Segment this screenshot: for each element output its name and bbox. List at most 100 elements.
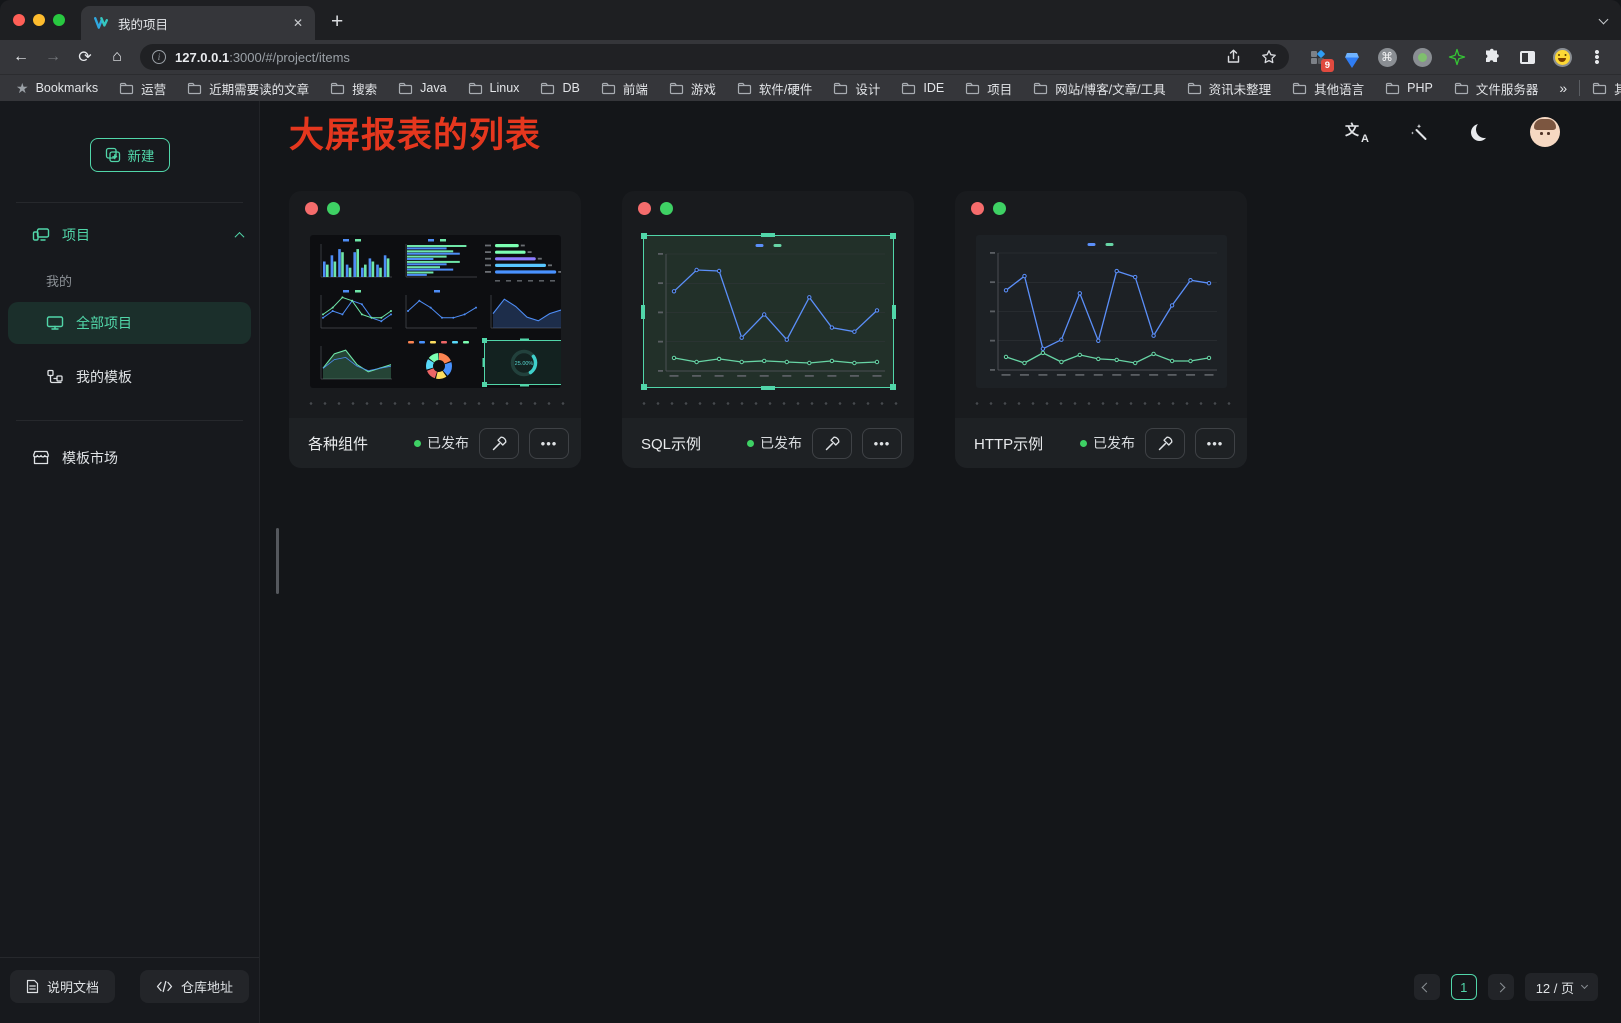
browser-tab[interactable]: 我的项目 ✕ bbox=[81, 6, 315, 40]
dotted-divider bbox=[967, 402, 1235, 405]
window-close-button[interactable] bbox=[13, 14, 25, 26]
project-card[interactable]: SQL示例 已发布 ••• bbox=[622, 191, 914, 468]
edit-button[interactable] bbox=[479, 428, 519, 459]
emoji-extension-icon[interactable] bbox=[1552, 47, 1572, 67]
bookmark-folder[interactable]: 游戏 bbox=[669, 79, 716, 98]
bookmark-folder[interactable]: 前端 bbox=[601, 79, 648, 98]
bookmark-folder[interactable]: 设计 bbox=[833, 79, 880, 98]
bookmark-folder[interactable]: 搜索 bbox=[330, 79, 377, 98]
bookmark-folder[interactable]: 运营 bbox=[119, 79, 166, 98]
site-info-icon[interactable]: i bbox=[152, 50, 166, 64]
more-button[interactable]: ••• bbox=[529, 428, 569, 459]
store-icon bbox=[32, 450, 50, 466]
bookmark-star-icon[interactable] bbox=[1261, 49, 1277, 65]
user-avatar[interactable] bbox=[1530, 117, 1560, 147]
bookmark-folder-label: 设计 bbox=[855, 79, 880, 98]
window-minimize-button[interactable] bbox=[33, 14, 45, 26]
bookmark-folder[interactable]: IDE bbox=[901, 79, 944, 98]
bookmark-folder[interactable]: 其他语言 bbox=[1292, 79, 1364, 98]
card-red-dot bbox=[305, 202, 318, 215]
bookmark-folder-label: 网站/博客/文章/工具 bbox=[1055, 79, 1165, 98]
magic-wand-icon[interactable] bbox=[1409, 122, 1429, 142]
address-bar[interactable]: i 127.0.0.1:3000/#/project/items bbox=[140, 44, 1289, 70]
extensions-puzzle-icon[interactable] bbox=[1482, 47, 1502, 67]
bookmark-folder-label: 文件服务器 bbox=[1476, 79, 1539, 98]
language-toggle-icon[interactable]: 文A bbox=[1345, 122, 1367, 142]
repo-button-label: 仓库地址 bbox=[181, 977, 233, 996]
project-card[interactable]: 25.00% 各种组件 已发布 ••• bbox=[289, 191, 581, 468]
bookmark-folder[interactable]: DB bbox=[540, 79, 579, 98]
card-title: HTTP示例 bbox=[974, 433, 1043, 454]
docs-button[interactable]: 说明文档 bbox=[10, 970, 115, 1003]
sidebar-group-project[interactable]: 项目 bbox=[0, 203, 259, 245]
hammer-icon bbox=[491, 435, 508, 452]
card-green-dot bbox=[993, 202, 1006, 215]
bookmark-folder[interactable]: Java bbox=[398, 79, 446, 98]
project-card[interactable]: HTTP示例 已发布 ••• bbox=[955, 191, 1247, 468]
dark-mode-icon[interactable] bbox=[1471, 124, 1488, 141]
prev-page-button[interactable] bbox=[1414, 974, 1440, 1000]
docs-button-label: 说明文档 bbox=[47, 977, 99, 996]
bookmark-folder-label: 软件/硬件 bbox=[759, 79, 812, 98]
new-tab-button[interactable]: + bbox=[331, 10, 343, 34]
page-title: 大屏报表的列表 bbox=[289, 107, 541, 158]
sidebar-footer: 说明文档 仓库地址 bbox=[0, 957, 259, 1023]
card-preview-chart: 25.00% bbox=[310, 235, 561, 388]
hammer-icon bbox=[1157, 435, 1174, 452]
reload-button[interactable]: ⟳ bbox=[70, 43, 100, 71]
bookmark-folder[interactable]: PHP bbox=[1385, 79, 1433, 98]
status-dot bbox=[1080, 440, 1087, 447]
hammer-icon bbox=[824, 435, 841, 452]
bookmark-folder-label: DB bbox=[562, 81, 579, 95]
tab-search-chevron-icon[interactable] bbox=[1600, 10, 1607, 28]
bookmark-folder[interactable]: 资讯未整理 bbox=[1187, 79, 1272, 98]
window-zoom-button[interactable] bbox=[53, 14, 65, 26]
bookmarks-overflow-chevron[interactable]: » bbox=[1559, 80, 1567, 96]
extension-grid-icon[interactable]: 9 bbox=[1307, 47, 1327, 67]
page-size-select[interactable]: 12 / 页 bbox=[1525, 973, 1598, 1001]
extension-badge: 9 bbox=[1321, 59, 1334, 72]
sidebar-item-template-market[interactable]: 模板市场 bbox=[8, 437, 251, 479]
collapse-chevron-icon[interactable] bbox=[235, 231, 245, 241]
bookmark-folder[interactable]: 项目 bbox=[965, 79, 1012, 98]
extension-record-icon[interactable] bbox=[1412, 47, 1432, 67]
browser-tab-strip: 我的项目 ✕ + bbox=[0, 0, 1621, 40]
more-button[interactable]: ••• bbox=[862, 428, 902, 459]
bookmark-folder[interactable]: 网站/博客/文章/工具 bbox=[1033, 79, 1165, 98]
sidebar-sub-label: 我的 bbox=[0, 245, 259, 290]
tab-close-icon[interactable]: ✕ bbox=[293, 16, 303, 30]
edit-button[interactable] bbox=[812, 428, 852, 459]
home-button[interactable]: ⌂ bbox=[102, 43, 132, 71]
bookmark-folder[interactable]: Linux bbox=[468, 79, 520, 98]
browser-menu-icon[interactable]: ••• bbox=[1587, 47, 1607, 67]
page-size-value: 12 / 页 bbox=[1536, 978, 1574, 997]
other-bookmarks-folder[interactable]: 其他书签 bbox=[1592, 79, 1621, 98]
sidebar-item-all-projects[interactable]: 全部项目 bbox=[8, 302, 251, 344]
content-scrollbar[interactable] bbox=[276, 528, 279, 594]
side-panel-icon[interactable] bbox=[1517, 47, 1537, 67]
bookmarks-root[interactable]: ★ Bookmarks bbox=[16, 80, 98, 97]
repository-button[interactable]: 仓库地址 bbox=[140, 970, 249, 1003]
card-title: SQL示例 bbox=[641, 433, 701, 454]
forward-button[interactable]: → bbox=[38, 43, 68, 71]
more-button[interactable]: ••• bbox=[1195, 428, 1235, 459]
status-label: 已发布 bbox=[427, 433, 469, 453]
svg-text:25.00%: 25.00% bbox=[514, 361, 533, 367]
next-page-button[interactable] bbox=[1488, 974, 1514, 1000]
new-button-label: 新建 bbox=[128, 145, 155, 165]
extension-command-icon[interactable]: ⌘ bbox=[1377, 47, 1397, 67]
back-button[interactable]: ← bbox=[6, 43, 36, 71]
bookmarks-bar: ★ Bookmarks 运营 近期需要读的文章 搜索 Java Linux DB 前端 游戏 软… bbox=[0, 74, 1621, 101]
sidebar-item-my-templates[interactable]: 我的模板 bbox=[8, 356, 251, 398]
edit-button[interactable] bbox=[1145, 428, 1185, 459]
bookmark-folder[interactable]: 文件服务器 bbox=[1454, 79, 1539, 98]
new-project-button[interactable]: 新建 bbox=[90, 138, 170, 172]
current-page[interactable]: 1 bbox=[1451, 974, 1477, 1000]
extension-gem-icon[interactable] bbox=[1342, 47, 1362, 67]
extension-star-icon[interactable] bbox=[1447, 47, 1467, 67]
card-preview-chart bbox=[976, 235, 1227, 388]
share-icon[interactable] bbox=[1226, 49, 1241, 65]
bookmark-folder-label: Java bbox=[420, 81, 446, 95]
bookmark-folder[interactable]: 软件/硬件 bbox=[737, 79, 812, 98]
bookmark-folder[interactable]: 近期需要读的文章 bbox=[187, 79, 309, 98]
